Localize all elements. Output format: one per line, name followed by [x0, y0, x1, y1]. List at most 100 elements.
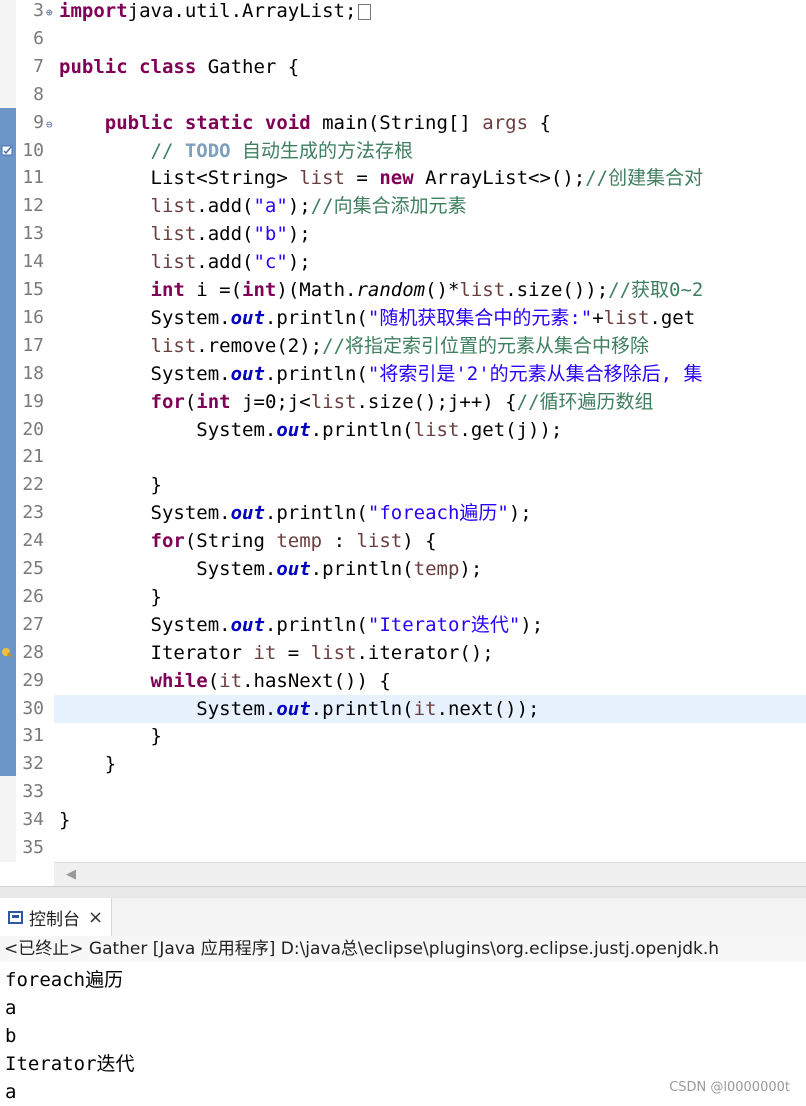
code-line[interactable]: 22 }	[0, 471, 806, 499]
line-number: 10	[22, 139, 44, 161]
line-number: 14	[22, 251, 44, 273]
code-line[interactable]: 3 ⊕ importjava.util.ArrayList;	[0, 0, 806, 25]
line-number: 28	[22, 641, 44, 663]
code-line[interactable]: 34}	[0, 806, 806, 834]
code-line[interactable]: 16 System.out.println("随机获取集合中的元素:"+list…	[0, 304, 806, 332]
code-line[interactable]: 14 list.add("c");	[0, 248, 806, 276]
line-number: 20	[22, 418, 44, 440]
console-output-line: b	[5, 1025, 17, 1047]
line-number: 34	[22, 809, 44, 831]
line-number: 13	[22, 223, 44, 245]
code-text: for(int j=0;j<list.size();j++) {//循环遍历数组	[150, 390, 654, 413]
code-line[interactable]: 27 System.out.println("Iterator迭代");	[0, 611, 806, 639]
collapsed-imports-icon[interactable]	[358, 3, 372, 20]
console-tab-bar: 控制台 ×	[0, 898, 806, 937]
line-number: 32	[22, 753, 44, 775]
code-line[interactable]: 32 }	[0, 750, 806, 778]
code-line[interactable]: 29 while(it.hasNext()) {	[0, 667, 806, 695]
warning-marker-icon[interactable]	[1, 646, 14, 659]
code-text: for(String temp : list) {	[150, 530, 437, 553]
tab-console[interactable]: 控制台 ×	[0, 898, 113, 936]
watermark: CSDN @l0000000t	[669, 1080, 790, 1095]
code-line[interactable]: 24 for(String temp : list) {	[0, 527, 806, 555]
code-text: list.add("c");	[150, 251, 311, 274]
code-line[interactable]: 11 List<String> list = new ArrayList<>()…	[0, 164, 806, 192]
line-number: 33	[22, 781, 44, 803]
code-line[interactable]: 7 public class Gather {	[0, 53, 806, 81]
task-marker-icon[interactable]	[1, 144, 14, 157]
line-number: 27	[22, 613, 44, 635]
code-line[interactable]: 21	[0, 443, 806, 471]
code-text: list.add("b");	[150, 223, 311, 246]
line-number: 15	[22, 279, 44, 300]
code-line[interactable]: 10 // TODO 自动生成的方法存根	[0, 137, 806, 165]
line-number: 3	[33, 0, 44, 21]
code-line[interactable]: 8	[0, 81, 806, 109]
code-line[interactable]: 17 list.remove(2);//将指定索引位置的元素从集合中移除	[0, 332, 806, 360]
line-number: 29	[22, 669, 44, 691]
code-text: System.out.println("Iterator迭代");	[59, 613, 544, 636]
line-number: 26	[22, 585, 44, 607]
code-line[interactable]: 9 ⊖ public static void main(String[] args…	[0, 109, 806, 137]
console-output-line: foreach遍历	[5, 969, 124, 991]
code-text: }	[59, 585, 162, 608]
code-line[interactable]: 20 System.out.println(list.get(j));	[0, 416, 806, 444]
line-number: 19	[22, 390, 44, 412]
code-text: // TODO 自动生成的方法存根	[150, 139, 414, 162]
line-number: 17	[22, 334, 44, 356]
code-line[interactable]: 13 list.add("b");	[0, 220, 806, 248]
code-line[interactable]: 35	[0, 834, 806, 862]
line-number: 9	[33, 111, 44, 133]
expand-icon[interactable]: ⊕	[46, 0, 53, 27]
collapse-icon[interactable]: ⊖	[46, 111, 53, 139]
code-text: importjava.util.ArrayList;	[59, 0, 372, 25]
line-number: 24	[22, 530, 44, 552]
line-number: 6	[33, 27, 44, 49]
console-status: <已终止> Gather [Java 应用程序] D:\java总\eclips…	[0, 936, 806, 963]
code-text: System.out.println(it.next());	[59, 697, 540, 720]
line-number: 7	[33, 55, 44, 77]
code-text: }	[59, 474, 162, 497]
code-line[interactable]: 19 for(int j=0;j<list.size();j++) {//循环遍…	[0, 388, 806, 416]
code-line[interactable]: 31 }	[0, 722, 806, 750]
code-line[interactable]: 18 System.out.println("将索引是'2'的元素从集合移除后,…	[0, 360, 806, 388]
horizontal-scrollbar[interactable]: ◀	[54, 862, 806, 887]
console-output-line: Iterator迭代	[5, 1053, 135, 1075]
code-line[interactable]: 33	[0, 778, 806, 806]
line-number: 8	[33, 83, 44, 105]
code-line[interactable]: 12 list.add("a");//向集合添加元素	[0, 192, 806, 220]
line-number: 23	[22, 502, 44, 524]
code-line[interactable]: 15 int i =(int)(Math.random()*list.size(…	[0, 276, 806, 304]
code-text: public static void main(String[] args {	[104, 111, 551, 134]
line-number: 31	[22, 725, 44, 747]
scroll-left-icon[interactable]: ◀	[66, 867, 76, 882]
code-text: Iterator it = list.iterator();	[59, 641, 494, 664]
code-text: public class Gather {	[59, 55, 300, 78]
code-editor[interactable]: 3 ⊕ importjava.util.ArrayList; 6 7 public cla…	[0, 0, 806, 862]
code-text: }	[59, 725, 162, 748]
code-text: System.out.println("随机获取集合中的元素:"+list.ge…	[59, 306, 696, 329]
code-text: }	[59, 753, 117, 776]
code-text: list.add("a");//向集合添加元素	[150, 195, 467, 218]
code-text: list.remove(2);//将指定索引位置的元素从集合中移除	[150, 334, 650, 357]
code-text: System.out.println(list.get(j));	[59, 418, 563, 441]
line-number: 18	[22, 362, 44, 384]
line-number: 22	[22, 474, 44, 496]
console-output-line: a	[5, 997, 17, 1019]
code-text: int i =(int)(Math.random()*list.size());…	[150, 279, 704, 301]
line-number: 21	[22, 446, 44, 468]
code-text: while(it.hasNext()) {	[150, 669, 391, 692]
line-number: 12	[22, 195, 44, 217]
console-icon	[8, 910, 23, 924]
console-output-line: a	[5, 1081, 17, 1103]
code-line[interactable]: 23 System.out.println("foreach遍历");	[0, 499, 806, 527]
code-line[interactable]: 26 }	[0, 583, 806, 611]
code-line[interactable]: 25 System.out.println(temp);	[0, 555, 806, 583]
code-text: }	[59, 809, 71, 832]
code-line[interactable]: 6	[0, 25, 806, 53]
line-number: 11	[22, 167, 44, 189]
code-line[interactable]: 30 System.out.println(it.next());	[22, 694, 806, 723]
code-line[interactable]: 28 Iterator it = list.iterator();	[0, 639, 806, 667]
line-number: 30	[22, 697, 44, 719]
close-icon[interactable]: ×	[88, 907, 103, 928]
